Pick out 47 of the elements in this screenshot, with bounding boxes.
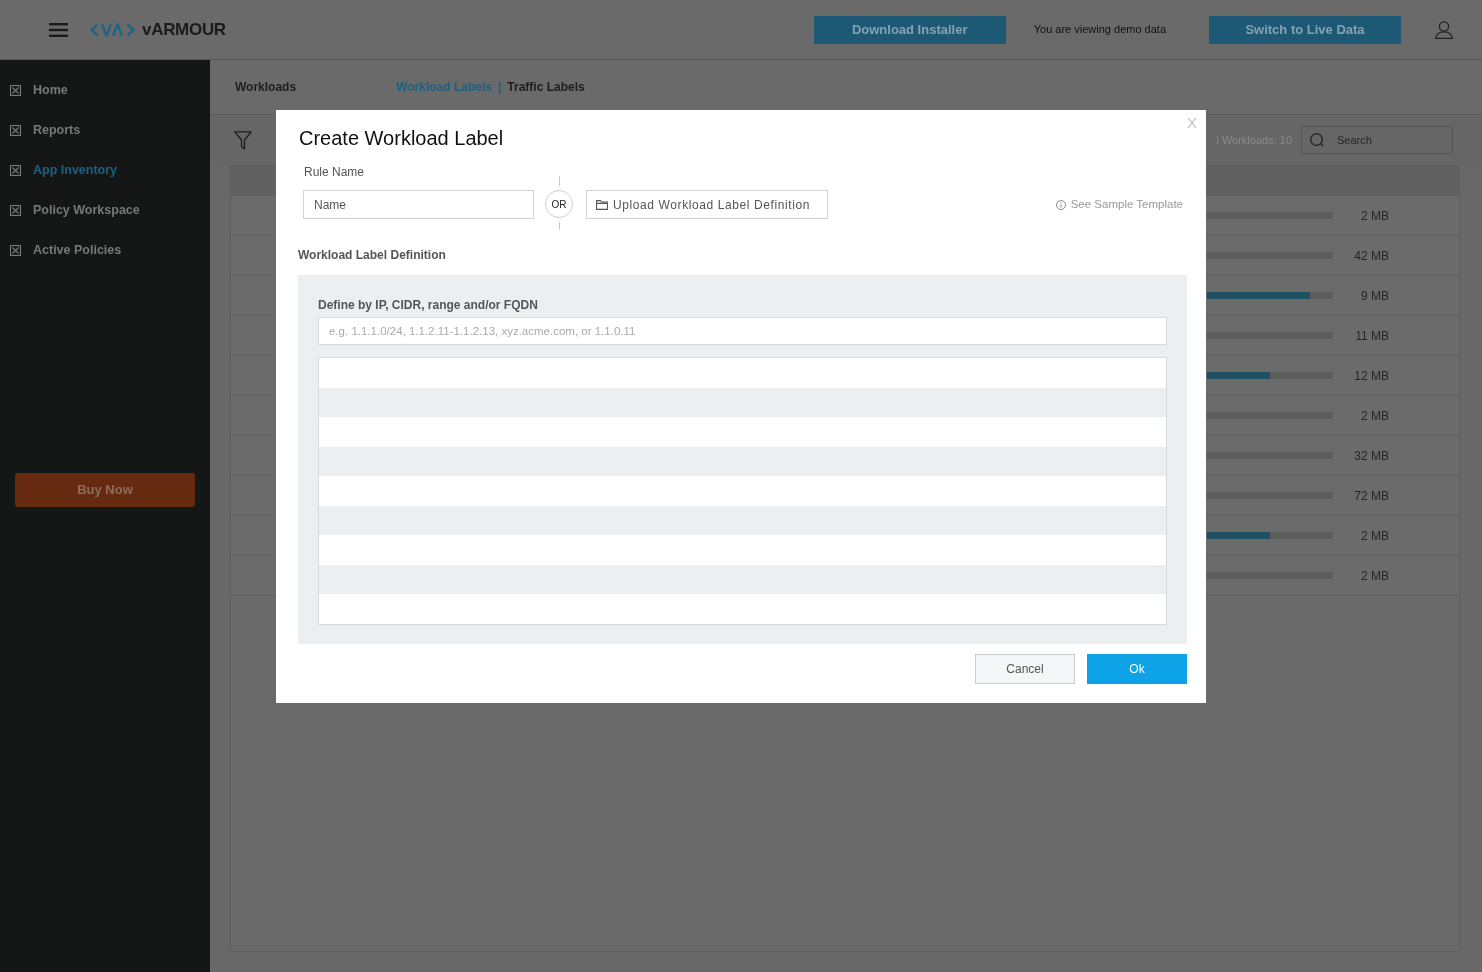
table-cell-text: 2 MB: [1361, 407, 1389, 425]
rule-name-label: Rule Name: [304, 164, 365, 180]
sidebar-item[interactable]: Active Policies: [0, 230, 210, 270]
sidebar-item[interactable]: Home: [0, 70, 210, 110]
upload-button[interactable]: Upload Workload Label Definition: [586, 190, 828, 219]
cancel-button[interactable]: Cancel: [975, 654, 1075, 684]
table-cell-text: 12 MB: [1354, 367, 1389, 385]
close-button[interactable]: X: [1187, 114, 1197, 132]
table-cell-text: 2 MB: [1361, 567, 1389, 585]
switch-live-data-button[interactable]: Switch to Live Data: [1209, 15, 1401, 44]
table-cell-text: 9 MB: [1361, 287, 1389, 305]
address-input[interactable]: e.g. 1.1.1.0/24, 1.1.2.11-1.1.2.13, xyz.acme.com, or 1.1.0.11: [318, 317, 1167, 345]
dialog-title: Create Workload Label: [299, 126, 504, 151]
search-icon: [1310, 133, 1324, 147]
table-cell-text: 2 MB: [1361, 527, 1389, 545]
sidebar-item[interactable]: App Inventory: [0, 150, 210, 190]
section-heading: Workload Label Definition: [298, 247, 446, 263]
tab-separator: |: [497, 79, 502, 96]
search-field[interactable]: Search: [1301, 126, 1453, 154]
page-title: Workloads: [235, 79, 297, 96]
table-cell-text: 2 MB: [1361, 207, 1389, 225]
ok-button[interactable]: Ok: [1087, 654, 1187, 684]
buy-now-button[interactable]: Buy Now: [15, 473, 195, 507]
table-cell-text: 32 MB: [1354, 447, 1389, 465]
x-box-icon: [10, 164, 21, 176]
download-installer-button[interactable]: Download Installer: [813, 15, 1006, 44]
table-cell-text: 42 MB: [1354, 247, 1389, 265]
define-label: Define by IP, CIDR, range and/or FQDN: [318, 297, 538, 313]
user-icon[interactable]: [1435, 20, 1453, 39]
name-input[interactable]: Name: [303, 190, 534, 219]
sample-template-link[interactable]: See Sample Template: [1055, 190, 1183, 219]
logo-text: vARMOUR: [142, 18, 226, 41]
x-box-icon: [10, 84, 21, 96]
sidebar-item[interactable]: Policy Workspace: [0, 190, 210, 230]
info-icon: [1055, 199, 1066, 210]
x-box-icon: [10, 124, 21, 136]
x-box-icon: [10, 204, 21, 216]
x-box-icon: [10, 244, 21, 256]
folder-icon: [596, 199, 608, 210]
sidebar-item[interactable]: Reports: [0, 110, 210, 150]
demo-notice: You are viewing demo data: [1033, 22, 1166, 38]
tab[interactable]: Traffic Labels: [507, 78, 585, 96]
filter-icon[interactable]: [234, 130, 252, 150]
menu-icon[interactable]: [49, 22, 68, 37]
table-cell-text: 72 MB: [1354, 487, 1389, 505]
table-cell-text: 11 MB: [1355, 327, 1389, 345]
logo-icon: [90, 22, 135, 37]
